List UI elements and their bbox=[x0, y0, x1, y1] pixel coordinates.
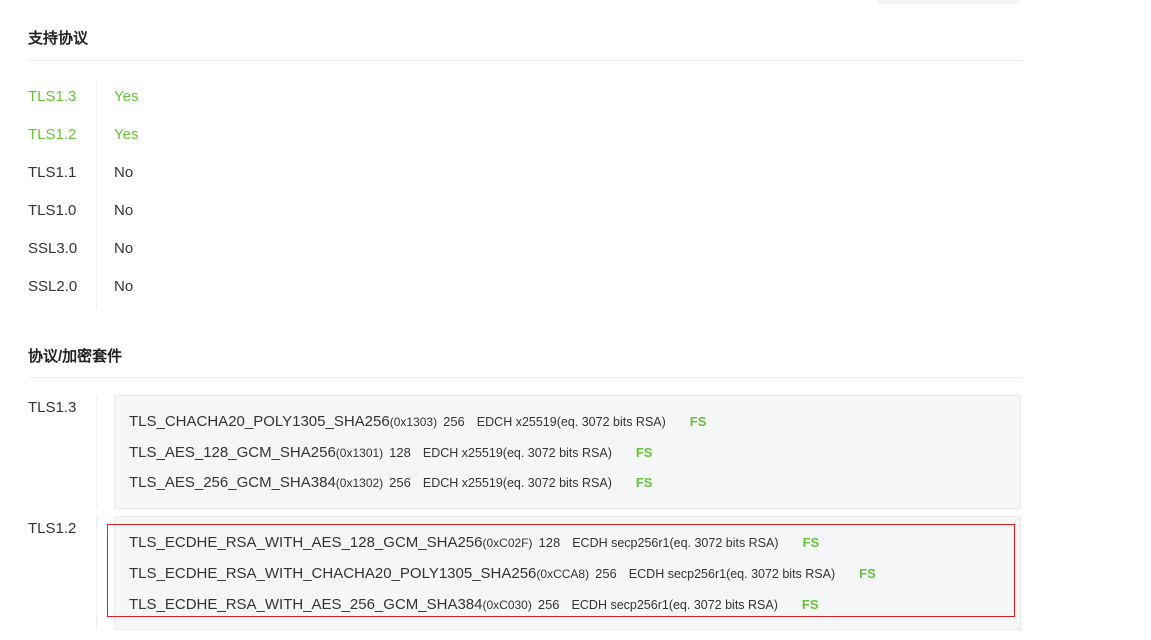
cipher-suite-row: TLS_AES_256_GCM_SHA384(0x1302) 256 EDCH x2… bbox=[129, 468, 652, 498]
cipher-suite-key-exchange: ECDH secp256r1(eq. 3072 bits RSA) bbox=[571, 598, 778, 612]
cipher-suite-code: (0xCCA8) bbox=[536, 567, 590, 581]
suites-divider bbox=[28, 377, 1022, 378]
suite-group-label-tls12: TLS1.2 bbox=[28, 520, 77, 537]
cipher-suite-name: TLS_ECDHE_RSA_WITH_AES_128_GCM_SHA256 bbox=[129, 534, 483, 551]
top-toolbar-edge bbox=[878, 0, 1020, 4]
cipher-suite-bits: 128 bbox=[389, 445, 411, 460]
protocol-name: TLS1.2 bbox=[28, 126, 77, 143]
forward-secrecy-badge: FS bbox=[689, 414, 707, 429]
protocol-support-value: No bbox=[114, 164, 134, 181]
forward-secrecy-badge: FS bbox=[635, 475, 653, 490]
protocols-divider bbox=[28, 60, 1022, 61]
cipher-suite-key-exchange: ECDH secp256r1(eq. 3072 bits RSA) bbox=[572, 536, 779, 550]
cipher-suite-name: TLS_ECDHE_RSA_WITH_AES_256_GCM_SHA384 bbox=[129, 596, 483, 613]
cipher-suite-key-exchange: EDCH x25519(eq. 3072 bits RSA) bbox=[422, 476, 612, 490]
cipher-suite-name: TLS_AES_128_GCM_SHA256 bbox=[129, 444, 336, 461]
cipher-suite-bits: 256 bbox=[595, 566, 617, 581]
cipher-suite-code: (0x1301) bbox=[335, 446, 384, 460]
cipher-suite-bits: 256 bbox=[443, 414, 465, 429]
protocol-name: TLS1.1 bbox=[28, 164, 77, 181]
cipher-suite-bits: 128 bbox=[538, 535, 561, 550]
suite-group-divider bbox=[96, 395, 97, 509]
cipher-suite-row: TLS_ECDHE_RSA_WITH_AES_128_GCM_SHA256(0x… bbox=[129, 528, 819, 558]
protocol-name: TLS1.3 bbox=[28, 88, 77, 105]
cipher-suite-code: (0x1302) bbox=[335, 476, 384, 490]
protocol-support-value: No bbox=[114, 278, 134, 295]
cipher-suite-key-exchange: EDCH x25519(eq. 3072 bits RSA) bbox=[476, 415, 666, 429]
cipher-suite-key-exchange: ECDH secp256r1(eq. 3072 bits RSA) bbox=[628, 567, 836, 581]
cipher-suite-bits: 256 bbox=[537, 597, 560, 612]
tls-report-page: 支持协议 TLS1.3 Yes TLS1.2 Yes TLS1.1 No TLS… bbox=[0, 0, 1151, 640]
forward-secrecy-badge: FS bbox=[859, 566, 876, 581]
cipher-suite-bits: 256 bbox=[389, 475, 411, 490]
protocol-name: SSL3.0 bbox=[28, 240, 78, 257]
suites-section-title: 协议/加密套件 bbox=[28, 348, 123, 365]
cipher-suite-row: TLS_CHACHA20_POLY1305_SHA256(0x1303) 256 E… bbox=[129, 407, 706, 437]
cipher-suite-code: (0xC02F) bbox=[482, 536, 533, 550]
protocol-support-value: No bbox=[114, 202, 134, 219]
suite-group-divider bbox=[96, 516, 97, 630]
protocol-name: TLS1.0 bbox=[28, 202, 77, 219]
cipher-suite-code: (0xC030) bbox=[482, 598, 532, 612]
protocol-support-value: Yes bbox=[114, 126, 139, 143]
suite-group-label-tls13: TLS1.3 bbox=[28, 399, 77, 416]
forward-secrecy-badge: FS bbox=[635, 445, 653, 460]
cipher-suite-code: (0x1303) bbox=[389, 415, 438, 429]
cipher-suite-row: TLS_ECDHE_RSA_WITH_AES_256_GCM_SHA384(0x… bbox=[129, 590, 819, 620]
forward-secrecy-badge: FS bbox=[801, 597, 819, 612]
protocol-support-value: No bbox=[114, 240, 134, 257]
cipher-suite-row: TLS_AES_128_GCM_SHA256(0x1301) 128 EDCH x2… bbox=[129, 438, 652, 468]
forward-secrecy-badge: FS bbox=[802, 535, 820, 550]
cipher-suite-key-exchange: EDCH x25519(eq. 3072 bits RSA) bbox=[422, 446, 612, 460]
suite-group-box-tls13: TLS_CHACHA20_POLY1305_SHA256(0x1303) 256 E… bbox=[114, 395, 1021, 509]
cipher-suite-row: TLS_ECDHE_RSA_WITH_CHACHA20_POLY1305_SHA… bbox=[129, 559, 876, 589]
protocols-section-title: 支持协议 bbox=[28, 30, 89, 47]
suite-group-box-tls12: TLS_ECDHE_RSA_WITH_AES_128_GCM_SHA256(0x… bbox=[114, 516, 1021, 630]
cipher-suite-name: TLS_AES_256_GCM_SHA384 bbox=[129, 474, 336, 491]
cipher-suite-name: TLS_ECDHE_RSA_WITH_CHACHA20_POLY1305_SHA… bbox=[129, 565, 537, 582]
protocol-support-value: Yes bbox=[114, 88, 139, 105]
protocol-name: SSL2.0 bbox=[28, 278, 78, 295]
cipher-suite-name: TLS_CHACHA20_POLY1305_SHA256 bbox=[129, 413, 390, 430]
